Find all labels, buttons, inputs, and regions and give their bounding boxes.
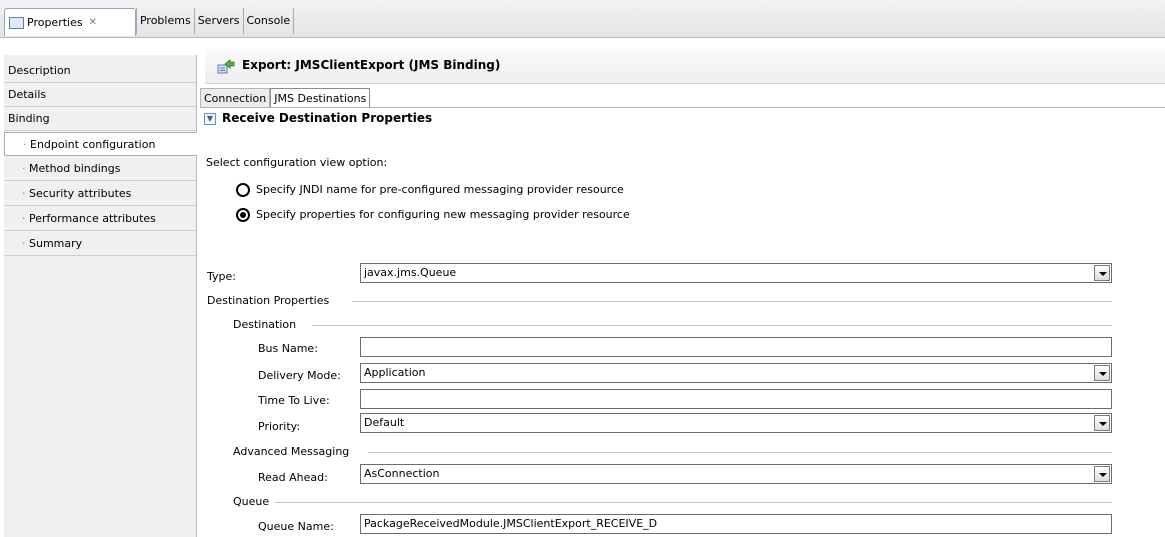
sidebar-item-method-bindings[interactable]: · Method bindings: [4, 157, 196, 181]
chevron-down-icon[interactable]: [1094, 365, 1110, 381]
sidebar-item-binding[interactable]: Binding: [4, 107, 196, 131]
collapse-toggle-icon[interactable]: ▼: [204, 113, 216, 125]
group-divider: [352, 301, 1112, 302]
tab-problems-label: Problems: [139, 14, 191, 27]
section-title: Receive Destination Properties: [222, 111, 433, 125]
sidebar-item-performance-attributes[interactable]: · Performance attributes: [4, 207, 196, 231]
type-value: javax.jms.Queue: [364, 266, 457, 279]
read-ahead-value: AsConnection: [364, 467, 440, 480]
properties-icon: [9, 16, 24, 29]
page-title: Export: JMSClientExport (JMS Binding): [242, 58, 501, 72]
sidebar-item-endpoint-configuration[interactable]: · Endpoint configuration: [4, 132, 197, 156]
group-divider: [368, 452, 1112, 453]
sidebar-item-label: Method bindings: [29, 162, 121, 175]
tab-properties[interactable]: Properties ✕: [4, 8, 136, 36]
delivery-mode-select[interactable]: Application: [360, 363, 1112, 383]
priority-value: Default: [364, 416, 405, 429]
time-to-live-field[interactable]: [360, 389, 1112, 409]
chevron-down-icon[interactable]: [1094, 265, 1110, 281]
sidebar-item-security-attributes[interactable]: · Security attributes: [4, 182, 196, 206]
radio-configure-properties-label: Specify properties for configuring new m…: [256, 208, 630, 221]
tab-connection[interactable]: Connection: [200, 88, 271, 108]
radio-jndi-name[interactable]: [236, 183, 250, 197]
read-ahead-label: Read Ahead:: [258, 471, 328, 484]
tab-servers-label: Servers: [197, 14, 240, 27]
group-divider: [275, 502, 1112, 503]
read-ahead-select[interactable]: AsConnection: [360, 464, 1112, 484]
sidebar-item-details[interactable]: Details: [4, 83, 196, 107]
chevron-down-icon[interactable]: [1094, 466, 1110, 482]
bus-name-field[interactable]: [360, 337, 1112, 357]
queue-group-label: Queue: [233, 495, 270, 508]
type-select[interactable]: javax.jms.Queue: [360, 263, 1112, 283]
tab-console[interactable]: Console: [242, 8, 295, 34]
sidebar-item-label: Summary: [29, 237, 83, 250]
sidebar-item-label: Performance attributes: [29, 212, 156, 225]
tab-jms-destinations[interactable]: JMS Destinations: [270, 88, 371, 108]
sidebar-item-label: Security attributes: [29, 187, 132, 200]
properties-sidebar: Description Details Binding · Endpoint c…: [4, 55, 197, 537]
queue-name-label: Queue Name:: [258, 520, 334, 533]
priority-label: Priority:: [258, 420, 301, 433]
tab-problems[interactable]: Problems: [135, 8, 194, 34]
tab-console-label: Console: [246, 14, 291, 27]
queue-name-field[interactable]: PackageReceivedModule.JMSClientExport_RE…: [360, 514, 1112, 534]
sidebar-item-summary[interactable]: · Summary: [4, 232, 196, 256]
close-icon[interactable]: ✕: [89, 10, 97, 36]
delivery-mode-value: Application: [364, 366, 426, 379]
sidebar-item-label: Endpoint configuration: [30, 138, 156, 151]
config-view-label: Select configuration view option:: [206, 156, 388, 169]
sidebar-item-description[interactable]: Description: [4, 59, 196, 83]
type-label: Type:: [207, 270, 236, 283]
destination-properties-label: Destination Properties: [207, 294, 330, 307]
editor-header: Export: JMSClientExport (JMS Binding): [205, 49, 1165, 84]
radio-jndi-name-label: Specify JNDI name for pre-configured mes…: [256, 183, 624, 196]
time-to-live-label: Time To Live:: [258, 394, 330, 407]
destination-label: Destination: [233, 318, 297, 331]
tab-servers[interactable]: Servers: [193, 8, 243, 34]
export-icon: [217, 59, 235, 74]
delivery-mode-label: Delivery Mode:: [258, 369, 341, 382]
view-tab-strip: Properties ✕ Problems Servers Console: [0, 0, 1165, 38]
bus-name-label: Bus Name:: [258, 342, 318, 355]
queue-name-value: PackageReceivedModule.JMSClientExport_RE…: [364, 517, 658, 530]
advanced-messaging-label: Advanced Messaging: [233, 445, 350, 458]
priority-select[interactable]: Default: [360, 413, 1112, 433]
group-divider: [312, 325, 1112, 326]
radio-configure-properties[interactable]: [236, 208, 250, 222]
tab-properties-label: Properties: [27, 15, 83, 29]
tab-divider: [200, 107, 1165, 108]
editor-tabs: Connection JMS Destinations: [200, 88, 371, 108]
chevron-down-icon[interactable]: [1094, 415, 1110, 431]
